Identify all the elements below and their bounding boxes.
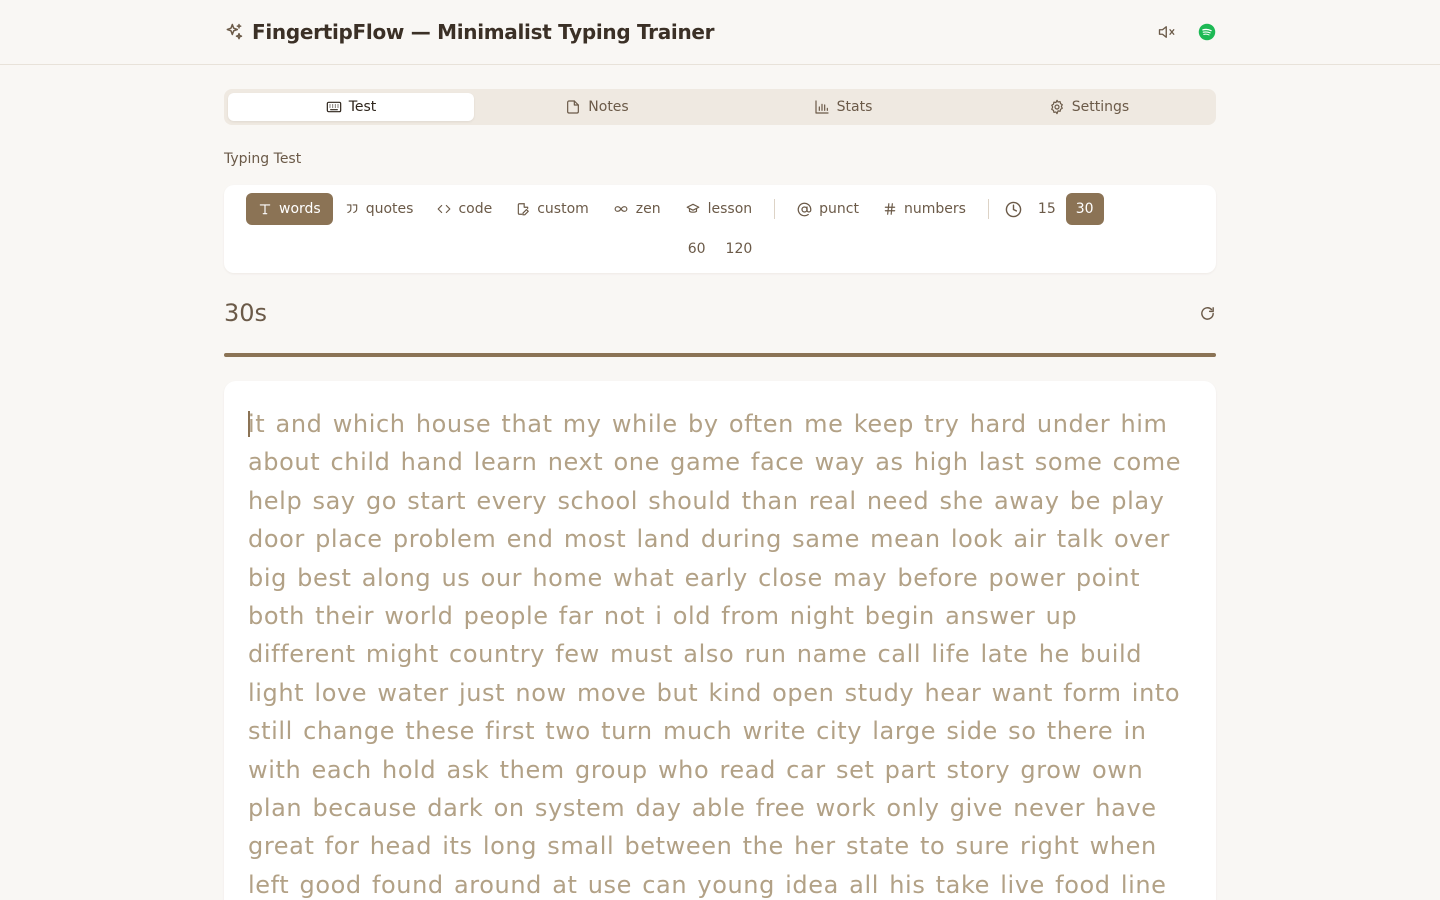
duration-15[interactable]: 15 [1028, 193, 1066, 225]
tab-label: Notes [588, 99, 629, 115]
timer-progress-fill [224, 353, 1216, 357]
mode-quotes[interactable]: quotes [333, 193, 426, 225]
hash-icon [883, 202, 897, 216]
app-title: FingertipFlow — Minimalist Typing Traine… [252, 20, 715, 44]
divider [987, 199, 989, 219]
section-title: Typing Test [224, 151, 302, 167]
tab-bar: Test Notes Stats Settings [224, 89, 1216, 125]
word-stream: it and which house that my while by ofte… [248, 405, 1192, 900]
mode-label: code [458, 201, 493, 217]
mode-label: custom [537, 201, 589, 217]
toggle-label: numbers [903, 201, 966, 217]
duration-label: 30 [1075, 201, 1094, 217]
tab-test[interactable]: Test [228, 93, 474, 121]
mode-label: words [279, 201, 321, 217]
mute-icon[interactable] [1158, 23, 1176, 41]
code-icon [437, 202, 451, 216]
sparkles-icon [224, 22, 244, 42]
note-icon [565, 99, 581, 115]
spotify-icon[interactable] [1198, 23, 1216, 41]
duration-120[interactable]: 120 [716, 233, 763, 265]
toggle-label: punct [819, 201, 859, 217]
mode-lesson[interactable]: lesson [673, 193, 765, 225]
brand: FingertipFlow — Minimalist Typing Traine… [224, 20, 715, 44]
mode-label: lesson [707, 201, 753, 217]
mode-code[interactable]: code [425, 193, 504, 225]
keyboard-icon [326, 99, 342, 115]
test-config-bar: words quotes code custom zen lesson punc… [224, 185, 1216, 273]
gear-icon [1049, 99, 1065, 115]
text-icon [258, 202, 272, 216]
app-header: FingertipFlow — Minimalist Typing Traine… [0, 0, 1440, 65]
duration-label: 120 [725, 241, 753, 257]
restart-icon[interactable] [1198, 304, 1216, 322]
mode-label: quotes [365, 201, 414, 217]
at-icon [797, 202, 812, 217]
typing-area[interactable]: it and which house that my while by ofte… [224, 381, 1216, 900]
tab-label: Stats [836, 99, 873, 115]
file-edit-icon [516, 202, 530, 216]
graduation-cap-icon [685, 202, 701, 216]
tab-label: Settings [1071, 99, 1130, 115]
duration-label: 15 [1037, 201, 1056, 217]
bar-chart-icon [814, 99, 830, 115]
mode-custom[interactable]: custom [504, 193, 601, 225]
duration-30[interactable]: 30 [1065, 193, 1104, 225]
mode-words[interactable]: words [246, 193, 333, 225]
divider [774, 199, 776, 219]
mode-label: zen [635, 201, 661, 217]
duration-60[interactable]: 60 [678, 233, 716, 265]
tab-stats[interactable]: Stats [720, 93, 966, 121]
timer-display: 30s [224, 299, 268, 327]
tab-settings[interactable]: Settings [966, 93, 1212, 121]
toggle-punct[interactable]: punct [785, 193, 871, 225]
mode-zen[interactable]: zen [601, 193, 673, 225]
words-text: it and which house that my while by ofte… [248, 410, 1182, 899]
timer-progress-bar [224, 353, 1216, 357]
tab-notes[interactable]: Notes [474, 93, 720, 121]
toggle-numbers[interactable]: numbers [871, 193, 978, 225]
infinity-icon [613, 202, 629, 216]
tab-label: Test [348, 99, 377, 115]
quote-icon [345, 202, 359, 216]
clock-icon [999, 201, 1028, 218]
duration-label: 60 [687, 241, 706, 257]
